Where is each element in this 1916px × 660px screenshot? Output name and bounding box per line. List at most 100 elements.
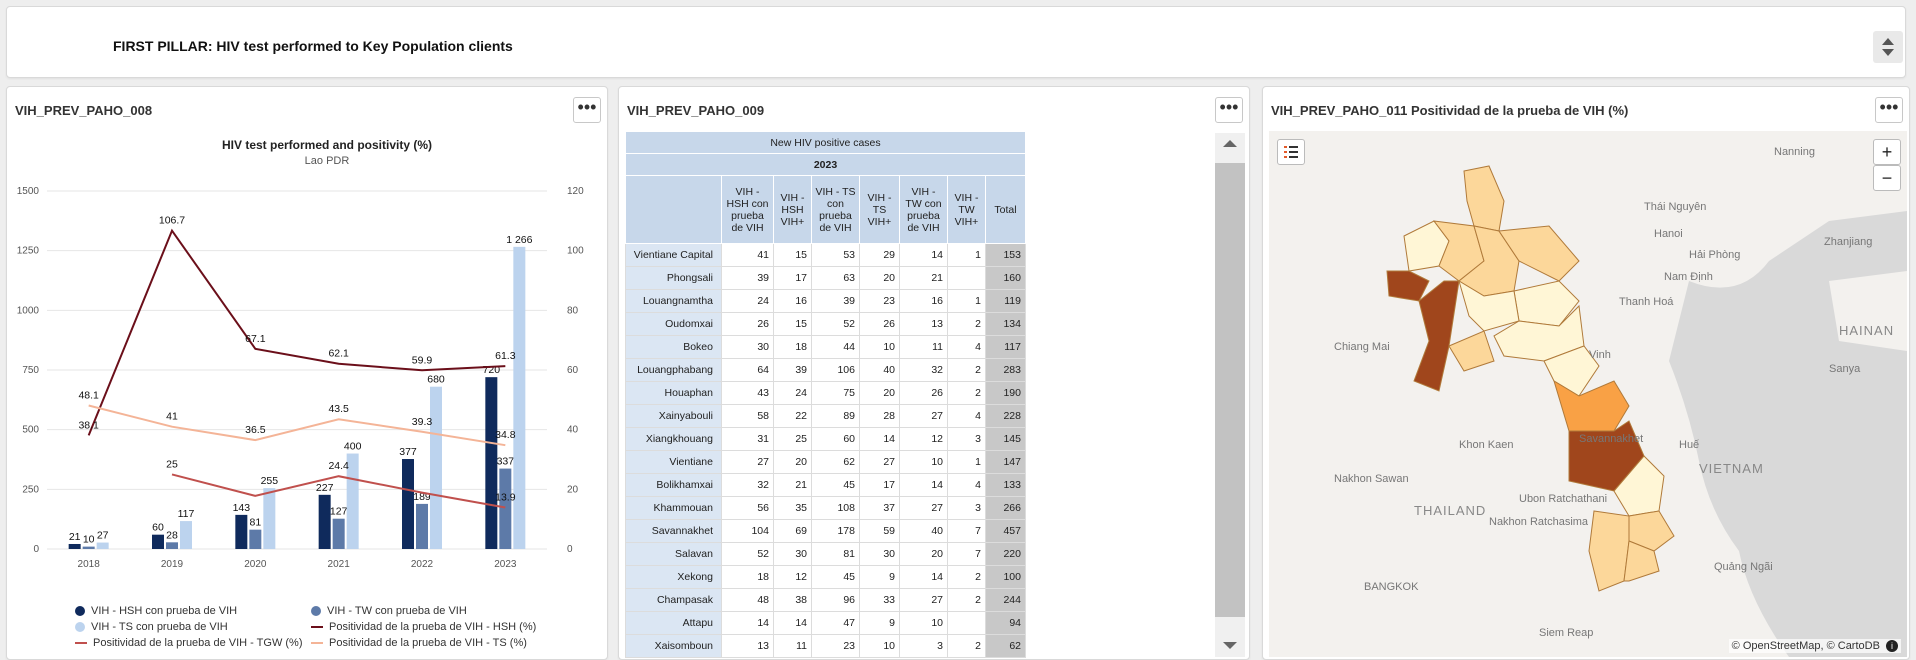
bar-data-label: 81	[249, 517, 261, 529]
province-phongsali[interactable]	[1463, 165, 1505, 232]
map-label: Siem Reap	[1539, 627, 1594, 639]
bar	[416, 503, 428, 549]
scrollbar-thumb[interactable]	[1215, 163, 1245, 617]
province-khammouan[interactable]	[1553, 379, 1630, 432]
table-cell: 56	[721, 496, 774, 520]
table-cell: 4	[947, 404, 986, 428]
table-cell: 39	[811, 289, 860, 313]
row-label: Xaisomboun	[625, 634, 722, 658]
legend-label: Positividad de la prueba de VIH - HSH (%…	[329, 621, 537, 633]
province-champasak[interactable]	[1588, 510, 1630, 592]
map-label: Chiang Mai	[1334, 341, 1390, 353]
map-panel-title: VIH_PREV_PAHO_011 Positividad de la prue…	[1271, 103, 1629, 118]
legend-marker	[75, 606, 85, 616]
bar-data-label: 227	[316, 482, 334, 494]
province-vientiane-capital[interactable]	[1448, 330, 1495, 372]
table-cell: 12	[899, 427, 948, 451]
column-header[interactable]: VIH - TS con prueba de VIH	[811, 175, 860, 244]
legend-item-hsh-tested[interactable]: VIH - HSH con prueba de VIH	[75, 603, 311, 619]
y-tick-label: 250	[22, 484, 39, 495]
row-label: Vientiane	[625, 450, 722, 474]
chart-menu-button[interactable]: •••	[573, 97, 601, 123]
list-icon	[1284, 146, 1298, 158]
row-label: Vientiane Capital	[625, 243, 722, 267]
scroll-up-icon[interactable]	[1215, 133, 1245, 153]
bar-data-label: 680	[427, 374, 445, 386]
bar-data-label: 21	[69, 531, 81, 543]
map-menu-button[interactable]: •••	[1875, 97, 1903, 123]
map-label: Thái Nguyên	[1644, 201, 1707, 213]
table-scrollbar[interactable]	[1215, 133, 1245, 657]
table-cell: 69	[773, 519, 812, 543]
legend-marker	[75, 642, 87, 644]
table-cell: 178	[811, 519, 860, 543]
bar	[96, 542, 109, 549]
table-row: Louangnamtha 24 16 39 23 16 1 119	[625, 289, 1026, 313]
scroll-arrows-button[interactable]	[1873, 31, 1903, 63]
line-data-label: 106.7	[159, 215, 185, 227]
table-cell: 14	[859, 427, 900, 451]
table-cell: 63	[811, 266, 860, 290]
bar-data-label: 337	[497, 456, 515, 468]
bar-data-label: 377	[399, 446, 417, 458]
scroll-down-icon[interactable]	[1215, 635, 1245, 655]
zoom-in-button[interactable]: +	[1873, 139, 1901, 165]
legend-item-hsh-positivity[interactable]: Positividad de la prueba de VIH - HSH (%…	[311, 619, 547, 635]
column-header[interactable]: VIH - TW VIH+	[947, 175, 986, 244]
bar	[485, 377, 498, 549]
table-cell: 60	[811, 427, 860, 451]
y-tick-label: 1000	[17, 305, 40, 316]
map-label: VIETNAM	[1699, 461, 1764, 476]
y2-tick-label: 20	[567, 484, 579, 495]
map-label: Ubon Ratchathani	[1519, 493, 1608, 505]
legend-item-ts-positivity[interactable]: Positividad de la prueba de VIH - TS (%)	[311, 635, 547, 651]
table-cell: 33	[859, 588, 900, 612]
y-tick-label: 0	[33, 544, 39, 555]
column-header[interactable]: VIH - HSH VIH+	[773, 175, 812, 244]
map-panel: VIH_PREV_PAHO_011 Positividad de la prue…	[1262, 86, 1910, 660]
column-header[interactable]: Total	[985, 175, 1026, 244]
province-bokeo[interactable]	[1386, 270, 1430, 302]
map-label: Hải Phòng	[1689, 249, 1741, 261]
table-cell: 1	[947, 450, 986, 474]
x-tick-label: 2021	[328, 559, 351, 570]
table-row: Xiangkhouang 31 25 60 14 12 3 145	[625, 427, 1026, 451]
table-cell: 30	[773, 542, 812, 566]
total-cell: 244	[985, 588, 1026, 612]
layers-list-button[interactable]	[1277, 139, 1305, 165]
column-header[interactable]: VIH - TW con prueba de VIH	[899, 175, 948, 244]
x-tick-label: 2023	[494, 559, 517, 570]
table-cell: 81	[811, 542, 860, 566]
table-cell: 59	[859, 519, 900, 543]
table-cell: 10	[859, 634, 900, 658]
total-cell: 100	[985, 565, 1026, 589]
info-icon[interactable]: i	[1886, 640, 1898, 652]
table-cell: 2	[947, 634, 986, 658]
table-cell: 24	[721, 289, 774, 313]
bar	[499, 468, 512, 549]
legend-item-tw-tested[interactable]: VIH - TW con prueba de VIH	[311, 603, 547, 619]
table-row: Bolikhamxai 32 21 45 17 14 4 133	[625, 473, 1026, 497]
legend-item-tgw-positivity[interactable]: Positividad de la prueba de VIH - TGW (%…	[75, 635, 311, 651]
row-label: Bokeo	[625, 335, 722, 359]
table-cell: 47	[811, 611, 860, 635]
table-row: Attapu 14 14 47 9 10 94	[625, 611, 1026, 635]
legend-label: VIH - TW con prueba de VIH	[327, 605, 467, 617]
zoom-out-button[interactable]: −	[1873, 165, 1901, 191]
bar	[430, 386, 442, 549]
line-data-label: 41	[166, 411, 178, 423]
pivot-table-container[interactable]: New HIV positive cases 2023 VIH - HSH co…	[625, 131, 1105, 659]
table-cell: 44	[811, 335, 860, 359]
table-cell: 64	[721, 358, 774, 382]
column-header[interactable]: VIH - TS VIH+	[859, 175, 900, 244]
bar	[402, 459, 414, 549]
choropleth-map[interactable]: + − Nanning Thái Nguyên Hanoi Hải Phòng …	[1269, 131, 1907, 657]
table-cell: 9	[859, 611, 900, 635]
legend-item-ts-tested[interactable]: VIH - TS con prueba de VIH	[75, 619, 311, 635]
legend-marker	[311, 606, 321, 616]
table-cell: 3	[947, 496, 986, 520]
table-cell: 32	[899, 358, 948, 382]
x-tick-label: 2022	[411, 559, 434, 570]
table-menu-button[interactable]: •••	[1215, 97, 1243, 123]
column-header[interactable]: VIH - HSH con prueba de VIH	[721, 175, 774, 244]
